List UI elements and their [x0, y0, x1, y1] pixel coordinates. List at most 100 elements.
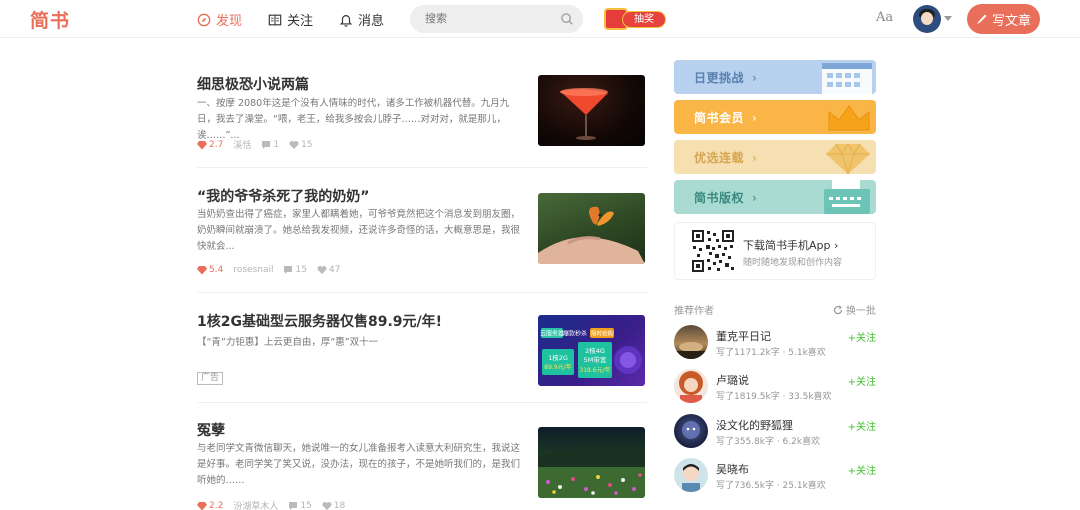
article-abstract: 与老同学文青微信聊天，她说唯一的女儿准备报考入读意大利研究生，我说这是好事。老同… — [197, 443, 521, 486]
comment-count[interactable]: 1 — [261, 140, 279, 150]
follow-button[interactable]: +关注 — [848, 329, 876, 344]
comment-icon — [289, 501, 298, 510]
author-item[interactable]: 吴晓布 写了736.5k字 · 25.1k喜欢 +关注 — [674, 458, 876, 498]
article-abstract: 当奶奶查出得了癌症，家里人都瞒着她，可爷爷竟然把这个消息发到朋友圈，奶奶瞬间就崩… — [197, 209, 521, 252]
ad-tag-text: 爆款秒杀 — [563, 330, 587, 338]
ad-title[interactable]: 1核2G基础型云服务器仅售89.9元/年! — [197, 311, 442, 331]
cocktail-image — [560, 88, 608, 140]
author-avatar-image — [674, 342, 708, 359]
search-icon[interactable] — [560, 12, 574, 26]
user-avatar[interactable] — [913, 5, 941, 33]
banner-label: 简书会员 — [694, 109, 757, 126]
list-item[interactable]: 冤孽 与老同学文青微信聊天，她说唯一的女儿准备报考入读意大利研究生，我说这是好事… — [197, 420, 647, 510]
comment-count[interactable]: 15 — [288, 500, 312, 510]
follow-button[interactable]: +关注 — [848, 462, 876, 477]
heart-icon — [289, 140, 299, 149]
like-value: 18 — [333, 500, 346, 510]
article-title[interactable]: 细思极恐小说两篇 — [197, 74, 309, 94]
ad-box1-price: 89.9元/年 — [544, 363, 571, 371]
typewriter-icon — [824, 180, 870, 214]
nav-label: 关注 — [287, 14, 314, 29]
nav-item-discover[interactable]: 发现 — [197, 10, 242, 29]
refresh-icon — [833, 305, 843, 314]
nav-label: 发现 — [216, 14, 243, 29]
article-meta: 2.2 汾湖草木人 15 18 — [197, 499, 345, 510]
author-item[interactable]: 卢璐说 写了1819.5k字 · 33.5k喜欢 +关注 — [674, 369, 876, 409]
author-name[interactable]: 董克平日记 — [716, 328, 771, 344]
like-count: 18 — [322, 501, 345, 510]
nav-label: 消息 — [358, 14, 385, 29]
font-size-toggle[interactable]: Aa — [876, 10, 893, 25]
article-meta: 5.4 rosesnail 15 47 — [197, 265, 340, 275]
article-thumbnail[interactable] — [538, 427, 645, 498]
article-author[interactable]: rosesnail — [233, 265, 273, 275]
calendar-icon — [822, 63, 872, 94]
comment-icon — [284, 266, 293, 274]
author-avatar[interactable] — [674, 458, 708, 492]
avatar-face — [921, 12, 933, 25]
article-abstract: 一、按摩 2080年这是个没有人情味的时代，诸多工作被机器代替。九月九日，我去了… — [197, 98, 510, 141]
author-name[interactable]: 卢璐说 — [716, 372, 749, 388]
article-author[interactable]: 汾湖草木人 — [233, 499, 278, 510]
banner-serial[interactable]: 优选连载 — [674, 140, 876, 174]
diamond-icon — [197, 140, 207, 149]
author-avatar-image — [679, 371, 703, 403]
top-navbar: 简书 发现 关注 消息 抽奖 Aa 写文章 — [0, 0, 1080, 38]
diamond-value: 5.4 — [209, 265, 224, 275]
ad-image[interactable]: 云服务器 爆款秒杀 限时抢购 1核2G 89.9元/年 2核4G 5M带宽 31… — [538, 315, 645, 386]
butterfly-hand-image — [538, 206, 645, 264]
author-stats: 写了355.8k字 · 6.2k喜欢 — [716, 437, 821, 447]
app-download-card[interactable]: 下载简书手机App › 随时随地发现和创作内容 — [674, 222, 876, 280]
chevron-right-icon: › — [834, 239, 839, 252]
lottery-label: 抽奖 — [622, 11, 666, 28]
ad-item[interactable]: 1核2G基础型云服务器仅售89.9元/年! 【“青”力钜惠】上云更自由，厚“惠”… — [197, 311, 647, 403]
list-item[interactable]: “我的爷爷杀死了我的奶奶” 当奶奶查出得了癌症，家里人都瞒着她，可爷爷竟然把这个… — [197, 186, 647, 293]
refresh-button[interactable]: 换一批 — [833, 302, 876, 317]
author-name[interactable]: 吴晓布 — [716, 461, 749, 477]
article-thumbnail[interactable] — [538, 75, 645, 146]
bell-icon — [339, 14, 353, 27]
ad-box2-top: 2核4G — [585, 346, 605, 355]
ad-hot: 限时抢购 — [591, 330, 614, 338]
search-box — [410, 5, 583, 33]
ad-box2-mid: 5M带宽 — [584, 355, 607, 364]
chevron-down-icon[interactable] — [944, 16, 952, 21]
nav-item-messages[interactable]: 消息 — [339, 10, 384, 29]
app-download-title[interactable]: 下载简书手机App › — [743, 237, 838, 253]
article-title[interactable]: “我的爷爷杀死了我的奶奶” — [197, 186, 369, 206]
banner-copyright[interactable]: 简书版权 — [674, 180, 876, 214]
comment-count[interactable]: 15 — [283, 265, 307, 275]
follow-button[interactable]: +关注 — [848, 373, 876, 388]
author-avatar[interactable] — [674, 414, 708, 448]
author-name[interactable]: 没文化的野狐狸 — [716, 417, 793, 433]
banner-label: 简书版权 — [694, 189, 757, 206]
write-article-button[interactable]: 写文章 — [967, 4, 1040, 34]
article-author[interactable]: 溪恬 — [233, 138, 251, 151]
nav-item-follow[interactable]: 关注 — [268, 10, 313, 29]
banner-daily-challenge[interactable]: 日更挑战 — [674, 60, 876, 94]
author-item[interactable]: 董克平日记 写了1171.2k字 · 5.1k喜欢 +关注 — [674, 325, 876, 365]
diamond-count: 2.7 — [197, 140, 223, 150]
author-avatar[interactable] — [674, 369, 708, 403]
diamond-value: 2.2 — [209, 500, 224, 510]
site-logo[interactable]: 简书 — [30, 6, 70, 33]
lottery-badge[interactable]: 抽奖 — [600, 7, 668, 31]
author-avatar[interactable] — [674, 325, 708, 359]
like-value: 47 — [328, 265, 341, 275]
diamond-count: 5.4 — [197, 265, 223, 275]
like-value: 15 — [301, 139, 313, 150]
flower-field-image — [538, 445, 645, 498]
comment-value: 15 — [300, 500, 312, 510]
article-title[interactable]: 冤孽 — [197, 420, 225, 440]
refresh-label: 换一批 — [846, 306, 876, 317]
recommend-header: 推荐作者 换一批 — [674, 302, 876, 317]
search-input[interactable] — [425, 12, 555, 25]
list-item[interactable]: 细思极恐小说两篇 一、按摩 2080年这是个没有人情味的时代，诸多工作被机器代替… — [197, 74, 647, 168]
comment-value: 1 — [273, 139, 280, 150]
author-item[interactable]: 没文化的野狐狸 写了355.8k字 · 6.2k喜欢 +关注 — [674, 414, 876, 454]
write-label: 写文章 — [991, 13, 1031, 29]
article-thumbnail[interactable] — [538, 193, 645, 264]
heart-icon — [317, 266, 327, 274]
follow-button[interactable]: +关注 — [848, 418, 876, 433]
banner-membership[interactable]: 简书会员 — [674, 100, 876, 134]
